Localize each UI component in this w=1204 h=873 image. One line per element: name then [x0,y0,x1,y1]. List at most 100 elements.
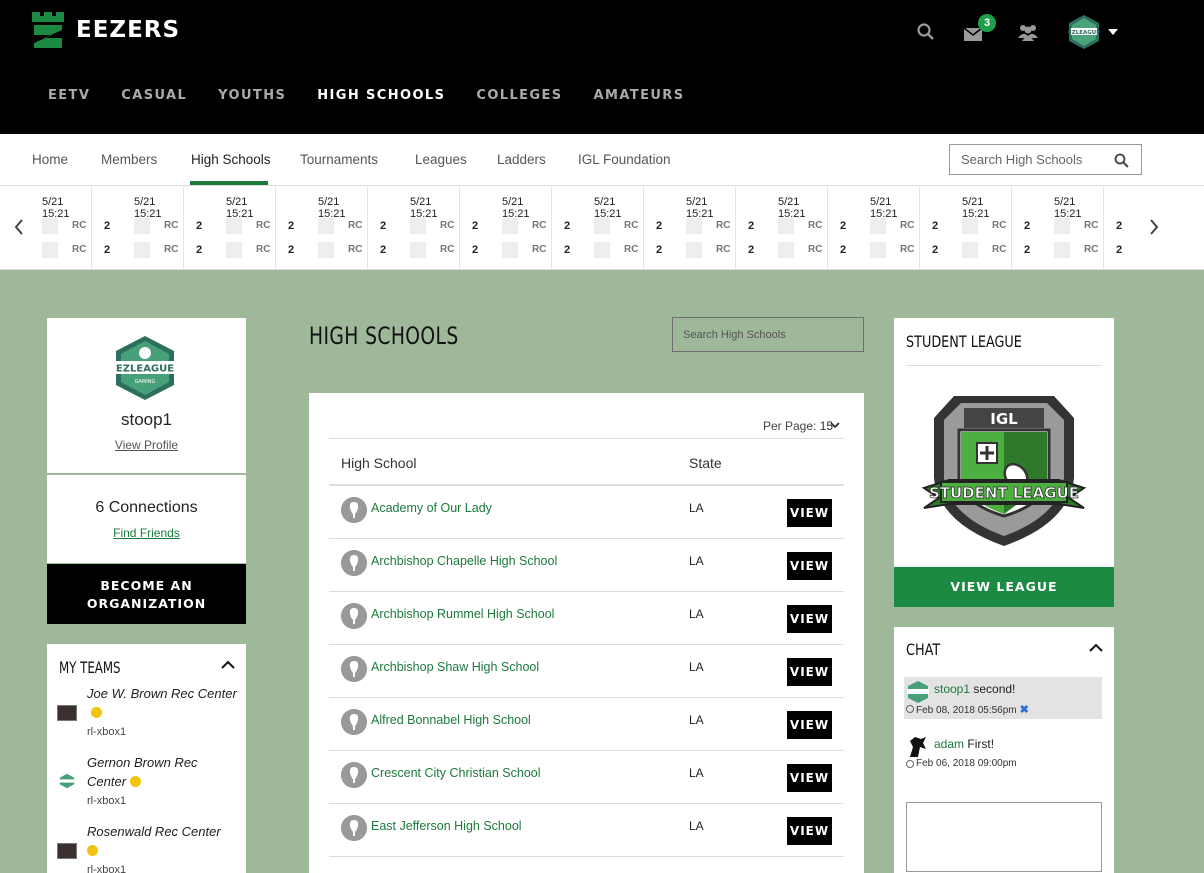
match-date: 5/21 15:21 [410,196,438,220]
chat-avatar-icon[interactable] [906,680,930,704]
school-name-link[interactable]: Academy of Our Lady [371,501,492,515]
ticker-next-icon[interactable] [1148,219,1160,235]
view-school-button[interactable]: VIEW [787,499,832,527]
main-nav-colleges[interactable]: COLLEGES [476,88,562,103]
profile-avatar-icon[interactable]: EZLEAGUE GAMING [111,334,179,402]
delete-message-icon[interactable]: ✖ [1020,704,1029,716]
school-name-link[interactable]: Archbishop Chapelle High School [371,554,557,568]
team-abbrev: RC [440,220,455,231]
sub-nav-search-input[interactable] [950,145,1100,174]
view-school-button[interactable]: VIEW [787,711,832,739]
student-league-badge-icon[interactable]: IGL STUDENT LEAGUE [919,388,1089,548]
sub-nav-home[interactable]: Home [32,152,68,167]
svg-text:EZLEAGUE: EZLEAGUE [1068,30,1100,36]
table-row: Academy of Our Lady LA VIEW [329,486,844,539]
ticker-match-card[interactable]: 5/21 15:21 RC 2 RC 2 [276,186,386,270]
sub-nav-members[interactable]: Members [101,152,157,167]
account-dropdown-caret-icon[interactable] [1108,29,1118,35]
badge-igl-text: IGL [990,410,1018,428]
chat-message-line: stoop1 second! [934,682,1015,696]
ticker-match-card[interactable]: 5/21 15:21 RC 2 RC 2 [1012,186,1122,270]
team-logo-placeholder [686,218,702,234]
sub-nav-ladders[interactable]: Ladders [497,152,546,167]
team-logo-placeholder [870,242,886,258]
brand-name: EEZERS [76,17,181,43]
ticker-match-card[interactable]: 5/21 15:21 RC 2 RC 2 [828,186,938,270]
sub-nav-tournaments[interactable]: Tournaments [300,152,378,167]
match-date: 5/21 15:21 [594,196,622,220]
sub-nav-leagues[interactable]: Leagues [415,152,467,167]
team-logo-placeholder [778,242,794,258]
team-abbrev: RC [716,220,731,231]
search-icon[interactable] [1114,153,1129,168]
match-date: 5/21 15:21 [134,196,162,220]
school-name-link[interactable]: East Jefferson High School [371,819,522,833]
my-teams-title: MY TEAMS [59,658,121,677]
ticker-match-card[interactable]: 5/21 15:21 RC 2 RC 2 [184,186,294,270]
school-name-link[interactable]: Archbishop Rummel High School [371,607,554,621]
connections-card: 6 Connections Find Friends [47,475,246,563]
view-school-button[interactable]: VIEW [787,552,832,580]
column-header-state[interactable]: State [689,455,722,471]
school-state: LA [689,554,704,568]
match-team-row: RC 2 [1054,242,1124,258]
org-button-line-2: ORGANIZATION [86,596,207,611]
table-row: Archbishop Shaw High School LA VIEW [329,645,844,698]
friends-icon[interactable] [1017,22,1039,42]
chat-message: stoop1 second! Feb 08, 2018 05:56pm ✖ [904,677,1102,719]
column-header-high-school[interactable]: High School [341,455,417,471]
ticker-match-card[interactable]: 5/21 15:21 RC 2 RC 2 [368,186,478,270]
chat-username-link[interactable]: adam [934,737,964,751]
ticker-match-card[interactable]: 5/21 15:21 RC 2 RC 2 [460,186,570,270]
chat-username-link[interactable]: stoop1 [934,682,970,696]
main-nav-eetv[interactable]: EETV [48,88,90,103]
team-abbrev: RC [72,244,87,255]
main-nav-casual[interactable]: CASUAL [121,88,187,103]
chat-avatar-icon[interactable] [906,735,930,759]
main-nav-youths[interactable]: YOUTHS [218,88,286,103]
view-school-button[interactable]: VIEW [787,605,832,633]
ticker-match-card[interactable]: 5/21 15:21 RC 2 RC 2 [920,186,1030,270]
chat-message-text: second! [970,682,1016,696]
team-logo-placeholder [226,242,242,258]
search-icon[interactable] [916,22,936,42]
become-organization-button[interactable]: BECOME AN ORGANIZATION [47,564,246,624]
chevron-down-icon[interactable] [830,421,840,429]
school-logo-icon [341,550,367,576]
brand-logo[interactable]: EEZERS [30,10,180,50]
view-school-button[interactable]: VIEW [787,817,832,845]
ticker-match-card[interactable]: 5/21 15:21 RC 2 RC 2 [736,186,846,270]
divider [906,365,1102,366]
school-name-link[interactable]: Archbishop Shaw High School [371,660,539,674]
sub-nav-igl-foundation[interactable]: IGL Foundation [578,152,671,167]
match-date: 5/21 15:21 [226,196,254,220]
school-name-link[interactable]: Alfred Bonnabel High School [371,713,531,727]
team-platform: rl-xbox1 [87,795,127,807]
ticker-match-card[interactable]: 5/21 15:21 RC 2 RC 2 [552,186,662,270]
per-page-select[interactable]: Per Page: 15 [763,419,833,433]
main-nav-amateurs[interactable]: AMATEURS [594,88,685,103]
ticker-match-card[interactable]: 5/21 15:21 RC 2 RC 2 [0,186,110,270]
team-abbrev: RC [256,220,271,231]
chat-message-line: adam First! [934,737,994,751]
chat-input[interactable] [906,802,1102,872]
school-name-link[interactable]: Crescent City Christian School [371,766,541,780]
high-school-search-input[interactable] [673,318,853,351]
collapse-chevron-icon[interactable] [221,660,235,670]
team-logo-placeholder [134,218,150,234]
view-school-button[interactable]: VIEW [787,658,832,686]
collapse-chevron-icon[interactable] [1089,643,1103,653]
user-avatar-icon[interactable]: EZLEAGUE [1066,14,1102,50]
team-abbrev: RC [900,244,915,255]
find-friends-link[interactable]: Find Friends [47,526,246,540]
ticker-match-card[interactable]: 5/21 15:21 RC 2 RC 2 [92,186,202,270]
main-nav-high-schools[interactable]: HIGH SCHOOLS [317,88,445,103]
view-profile-link[interactable]: View Profile [47,438,246,452]
ticker-match-card[interactable]: 5/21 15:21 RC 2 RC 2 [644,186,754,270]
sub-nav-high-schools[interactable]: High Schools [191,152,271,167]
view-school-button[interactable]: VIEW [787,764,832,792]
view-league-button[interactable]: VIEW LEAGUE [894,567,1114,607]
school-logo-icon [341,762,367,788]
table-row: Crescent City Christian School LA VIEW [329,751,844,804]
team-abbrev: RC [72,220,87,231]
